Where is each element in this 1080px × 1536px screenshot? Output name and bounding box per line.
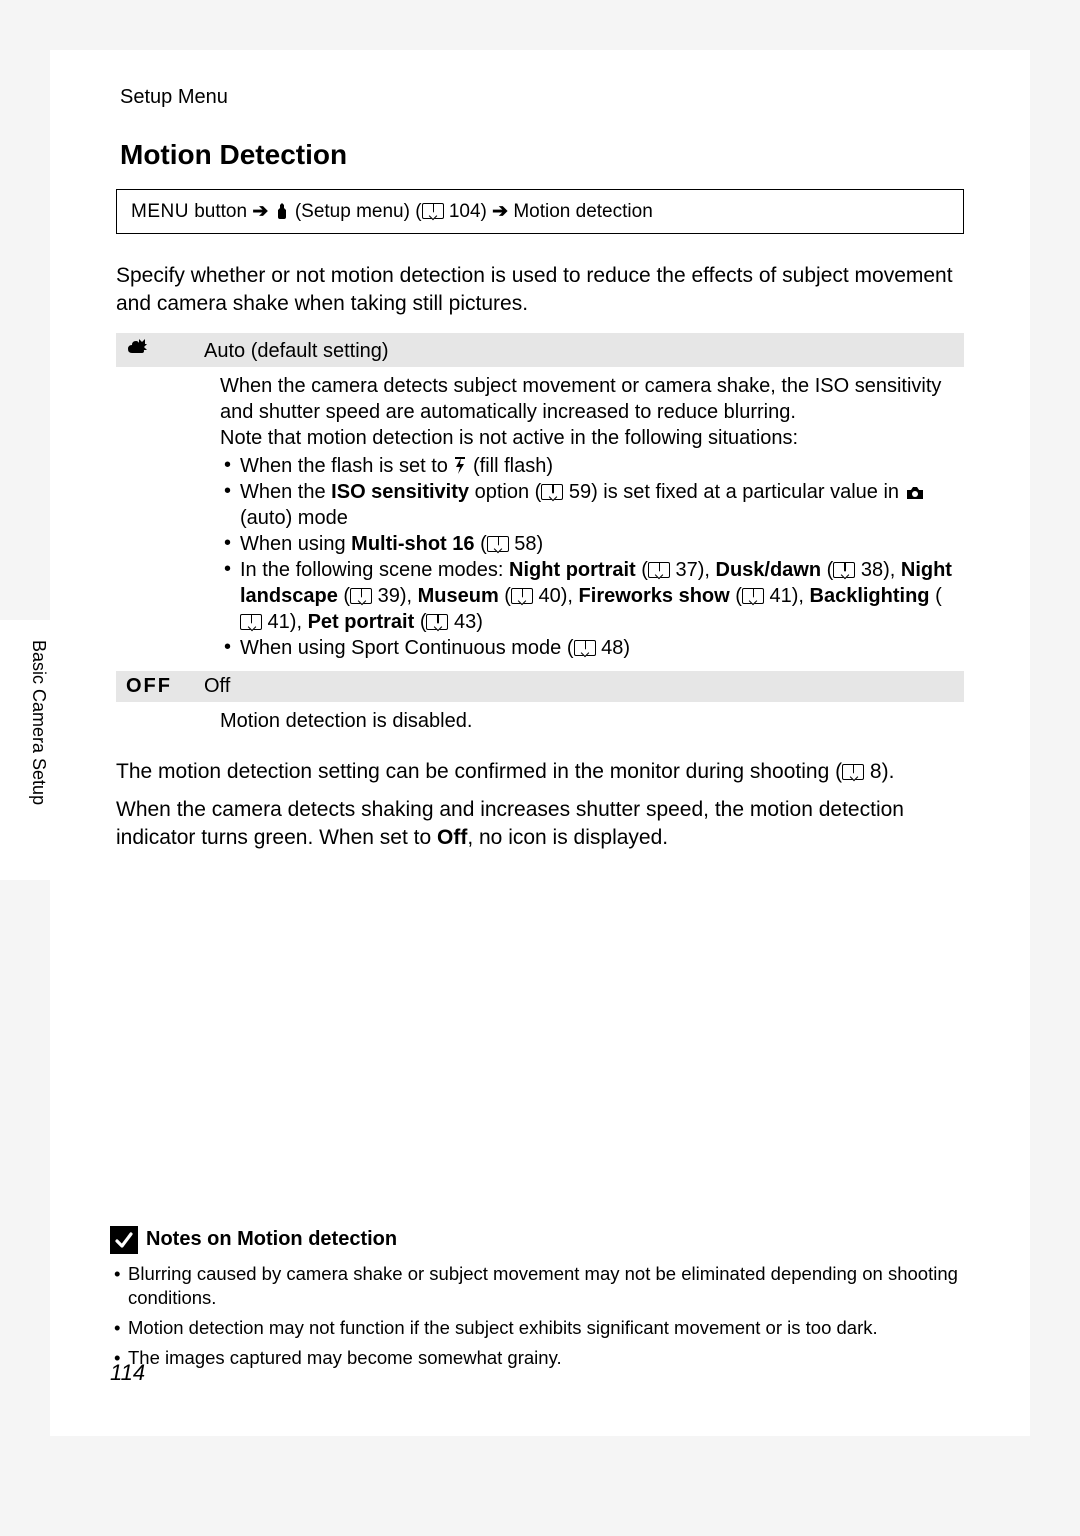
book-icon [842, 764, 864, 780]
notes-block: Notes on Motion detection Blurring cause… [110, 1226, 970, 1376]
book-icon [422, 203, 444, 219]
auto-bullet-4: In the following scene modes: Night port… [220, 557, 954, 635]
confirm-paragraph: The motion detection setting can be conf… [116, 758, 964, 786]
option-auto-header: Auto (default setting) [116, 333, 964, 367]
setup-ref: 104) [444, 201, 493, 222]
notes-title: Notes on Motion detection [146, 1228, 397, 1251]
auto-line2: Note that motion detection is not active… [220, 425, 954, 451]
option-auto-label: Auto (default setting) [204, 340, 954, 363]
fill-flash-icon [453, 455, 467, 477]
button-word: button [189, 201, 252, 222]
manual-page: Basic Camera Setup Setup Menu Motion Det… [50, 50, 1030, 1436]
off-icon-text: OFF [126, 675, 204, 698]
book-icon [426, 614, 448, 630]
intro-paragraph: Specify whether or not motion detection … [116, 262, 964, 319]
option-off-body: Motion detection is disabled. [116, 702, 964, 744]
options-table: Auto (default setting) When the camera d… [100, 333, 980, 744]
notes-item: The images captured may become somewhat … [110, 1346, 970, 1370]
book-icon [742, 588, 764, 604]
side-tab: Basic Camera Setup [0, 620, 50, 880]
motion-icon [126, 337, 204, 363]
book-icon [541, 484, 563, 500]
notes-item: Blurring caused by camera shake or subje… [110, 1262, 970, 1310]
option-auto-body: When the camera detects subject movement… [116, 367, 964, 671]
wrench-icon [274, 201, 290, 222]
camera-icon [905, 481, 925, 503]
auto-bullet-5: When using Sport Continuous mode ( 48) [220, 635, 954, 661]
book-icon [240, 614, 262, 630]
book-icon [487, 536, 509, 552]
book-icon [648, 562, 670, 578]
auto-bullet-2: When the ISO sensitivity option ( 59) is… [220, 479, 954, 531]
auto-bullet-3: When using Multi-shot 16 ( 58) [220, 531, 954, 557]
arrow-icon: ➔ [252, 201, 268, 222]
running-head: Setup Menu [120, 86, 970, 109]
arrow-icon: ➔ [492, 201, 508, 222]
notes-item: Motion detection may not function if the… [110, 1316, 970, 1340]
side-tab-label: Basic Camera Setup [28, 640, 49, 805]
nav-target: Motion detection [508, 201, 653, 222]
book-icon [511, 588, 533, 604]
setup-menu-label: (Setup menu) ( [290, 201, 422, 222]
auto-bullet-1: When the flash is set to (fill flash) [220, 453, 954, 479]
page-number: 114 [110, 1360, 145, 1386]
indicator-paragraph: When the camera detects shaking and incr… [116, 796, 964, 853]
menu-label: MENU [131, 201, 189, 222]
auto-line1: When the camera detects subject movement… [220, 373, 954, 425]
book-icon [833, 562, 855, 578]
section-title: Motion Detection [120, 139, 970, 171]
book-icon [350, 588, 372, 604]
check-badge-icon [110, 1226, 138, 1254]
breadcrumb-box: MENU button ➔ (Setup menu) ( 104) ➔ Moti… [116, 189, 964, 234]
option-off-header: OFF Off [116, 671, 964, 702]
option-off-label: Off [204, 675, 954, 698]
book-icon [574, 640, 596, 656]
